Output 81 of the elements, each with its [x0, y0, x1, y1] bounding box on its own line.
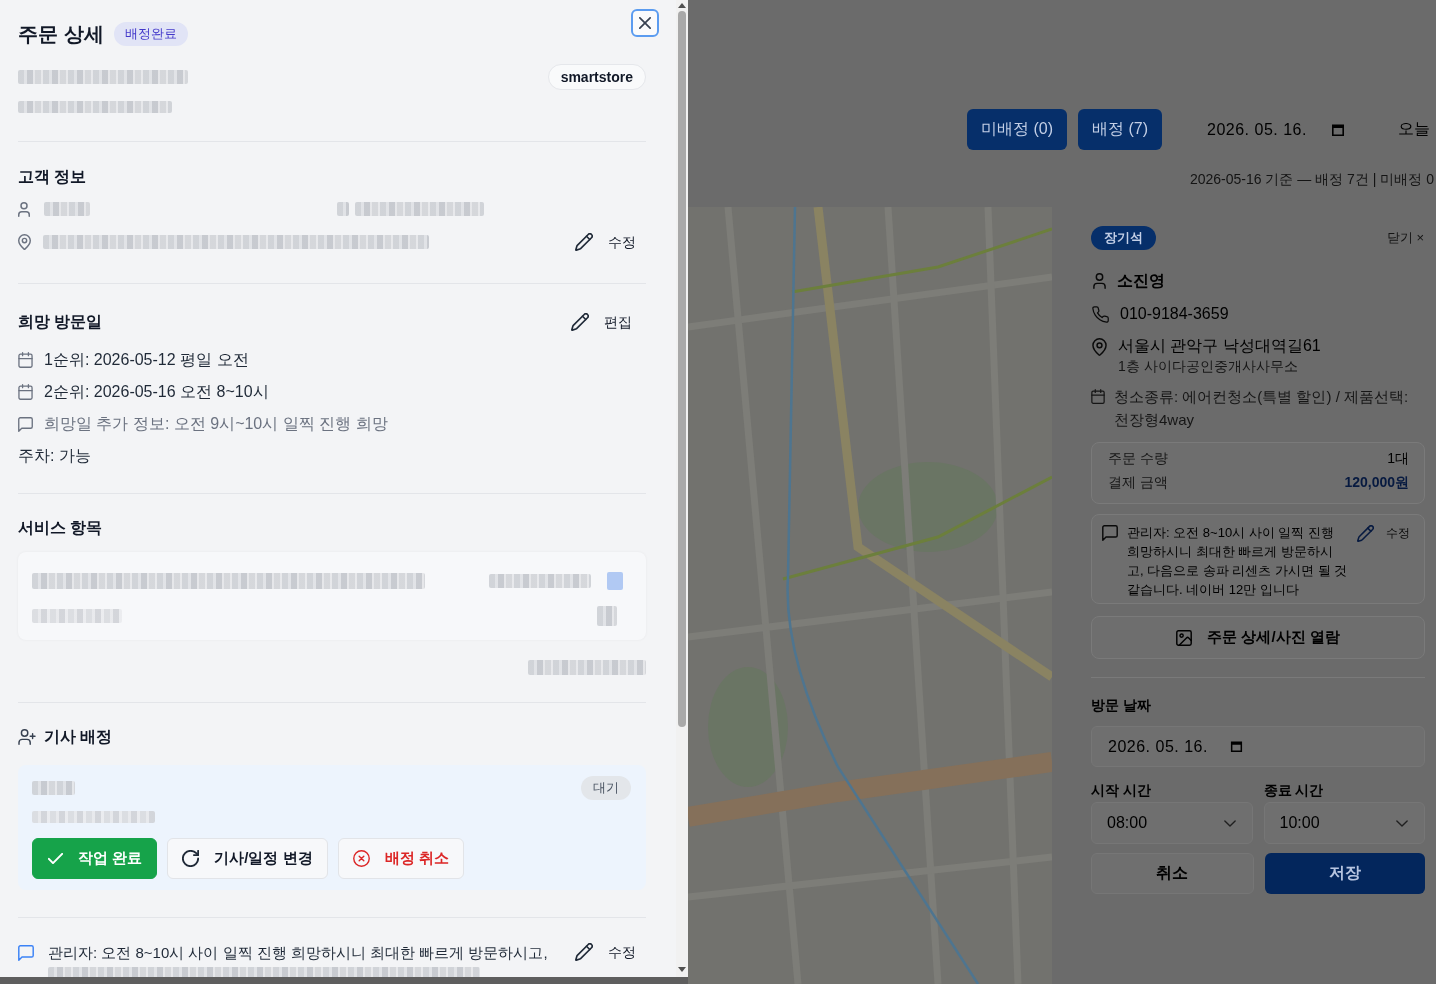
calendar-icon [18, 384, 33, 400]
service-text: 청소종류: 에어컨청소(특별 할인) / 제품선택: 천장형4way [1114, 387, 1410, 430]
cancel-button[interactable]: 배정 취소 [337, 838, 464, 879]
message-icon [18, 416, 33, 432]
chevron-down-icon [1396, 819, 1408, 827]
blurred-icon [597, 606, 617, 626]
location-pin-icon [18, 234, 31, 250]
close-icon [639, 17, 651, 29]
blurred-icon [607, 572, 623, 590]
date-field[interactable]: 2026. 05. 16. [1091, 726, 1425, 767]
blurred-text [44, 202, 90, 216]
pencil-icon [1357, 525, 1374, 542]
scroll-down-icon[interactable] [678, 967, 686, 972]
complete-button[interactable]: 작업 완료 [32, 838, 158, 879]
location-pin-icon [1092, 338, 1107, 356]
drawer-title: 주문 상세 [18, 22, 104, 47]
scroll-up-icon[interactable] [678, 3, 686, 8]
message-icon [1102, 524, 1118, 541]
summary-value: 120,000원 [1344, 474, 1409, 492]
calendar-icon [1330, 122, 1345, 137]
section-heading: 고객 정보 [18, 167, 87, 187]
visit-note: 희망일 추가 정보: 오전 9시~10시 일찍 진행 희망 [44, 414, 388, 434]
edit-button[interactable]: 수정 [575, 231, 636, 253]
check-icon [48, 853, 63, 864]
summary-value: 1대 [1387, 450, 1409, 468]
status-badge: 배정완료 [113, 22, 188, 46]
preferred-date: 1순위: 2026-05-12 평일 오전 [44, 350, 249, 370]
summary-label: 주문 수량 [1108, 450, 1168, 468]
scrollbar[interactable] [676, 0, 688, 977]
save-button[interactable]: 저장 [1264, 853, 1425, 894]
today-button[interactable]: 오늘 [1398, 119, 1430, 140]
channel-chip: smartstore [547, 64, 646, 90]
time-select[interactable]: 08:00 [1091, 802, 1253, 844]
close-button[interactable] [631, 9, 659, 37]
driver-badge: 장기석 [1091, 226, 1156, 250]
person-icon [18, 201, 30, 217]
field-label: 시작 시간 [1091, 781, 1151, 799]
scrollbar-thumb[interactable] [678, 11, 686, 727]
summary-label: 결제 금액 [1108, 474, 1168, 492]
person-add-icon [18, 729, 36, 745]
blurred-text [337, 202, 349, 216]
pencil-icon [575, 233, 593, 251]
refresh-icon [182, 850, 200, 867]
section-heading: 서비스 항목 [18, 518, 103, 538]
calendar-icon [1229, 740, 1243, 753]
info-text: 주차: 가능 [18, 446, 91, 466]
date-field[interactable]: 2026. 05. 16. [1207, 109, 1345, 150]
section-heading: 희망 방문일 [18, 312, 103, 332]
person-icon [1093, 273, 1106, 289]
field-label: 방문 날짜 [1091, 696, 1151, 714]
calendar-icon [1091, 389, 1105, 404]
pencil-icon [571, 313, 589, 331]
cancel-button[interactable]: 취소 [1091, 853, 1254, 894]
edit-button[interactable]: 수정 [1357, 524, 1410, 543]
cancel-circle-icon [352, 850, 370, 867]
customer-name: 소진영 [1117, 271, 1165, 291]
section-heading: 기사 배정 [44, 727, 113, 747]
edit-button[interactable]: 수정 [575, 941, 636, 963]
message-icon [18, 945, 34, 961]
blurred-text [32, 781, 75, 795]
phone-icon [1092, 305, 1109, 323]
summary-text: 2026-05-16 기준 — 배정 7건 | 미배정 0 [1189, 170, 1434, 188]
filter-button[interactable]: 미배정 (0) [967, 109, 1067, 150]
time-select[interactable]: 10:00 [1263, 802, 1425, 844]
address-detail: 1층 사이다공인중개사사무소 [1118, 357, 1298, 375]
photos-button[interactable]: 주문 상세/사진 열람 [1091, 616, 1425, 659]
address-text: 서울시 관악구 낙성대역길61 [1118, 336, 1321, 356]
memo-text: 관리자: 오전 8~10시 사이 일찍 진행 희망하시니 최대한 빠르게 방문하시고, [48, 943, 548, 963]
field-label: 종료 시간 [1263, 781, 1324, 799]
edit-button[interactable]: 편집 [571, 311, 632, 333]
phone-number: 010-9184-3659 [1120, 304, 1229, 324]
memo-text: 관리자: 오전 8~10시 사이 일찍 진행 희망하시니 최대한 빠르게 방문하시고, 다음으로 송파 리센츠 가시면 될 것 같습니다. 네이버 12만 입니다 [1127, 524, 1349, 599]
change-button[interactable]: 기사/일정 변경 [167, 838, 328, 879]
filter-button[interactable]: 배정 (7) [1078, 109, 1162, 150]
pencil-icon [575, 943, 593, 961]
calendar-icon [18, 352, 33, 368]
close-link[interactable]: 닫기 × [1386, 229, 1424, 247]
image-icon [1176, 629, 1193, 646]
chevron-down-icon [1223, 819, 1236, 827]
preferred-date: 2순위: 2026-05-16 오전 8~10시 [44, 382, 269, 402]
status-badge: 대기 [581, 776, 631, 800]
